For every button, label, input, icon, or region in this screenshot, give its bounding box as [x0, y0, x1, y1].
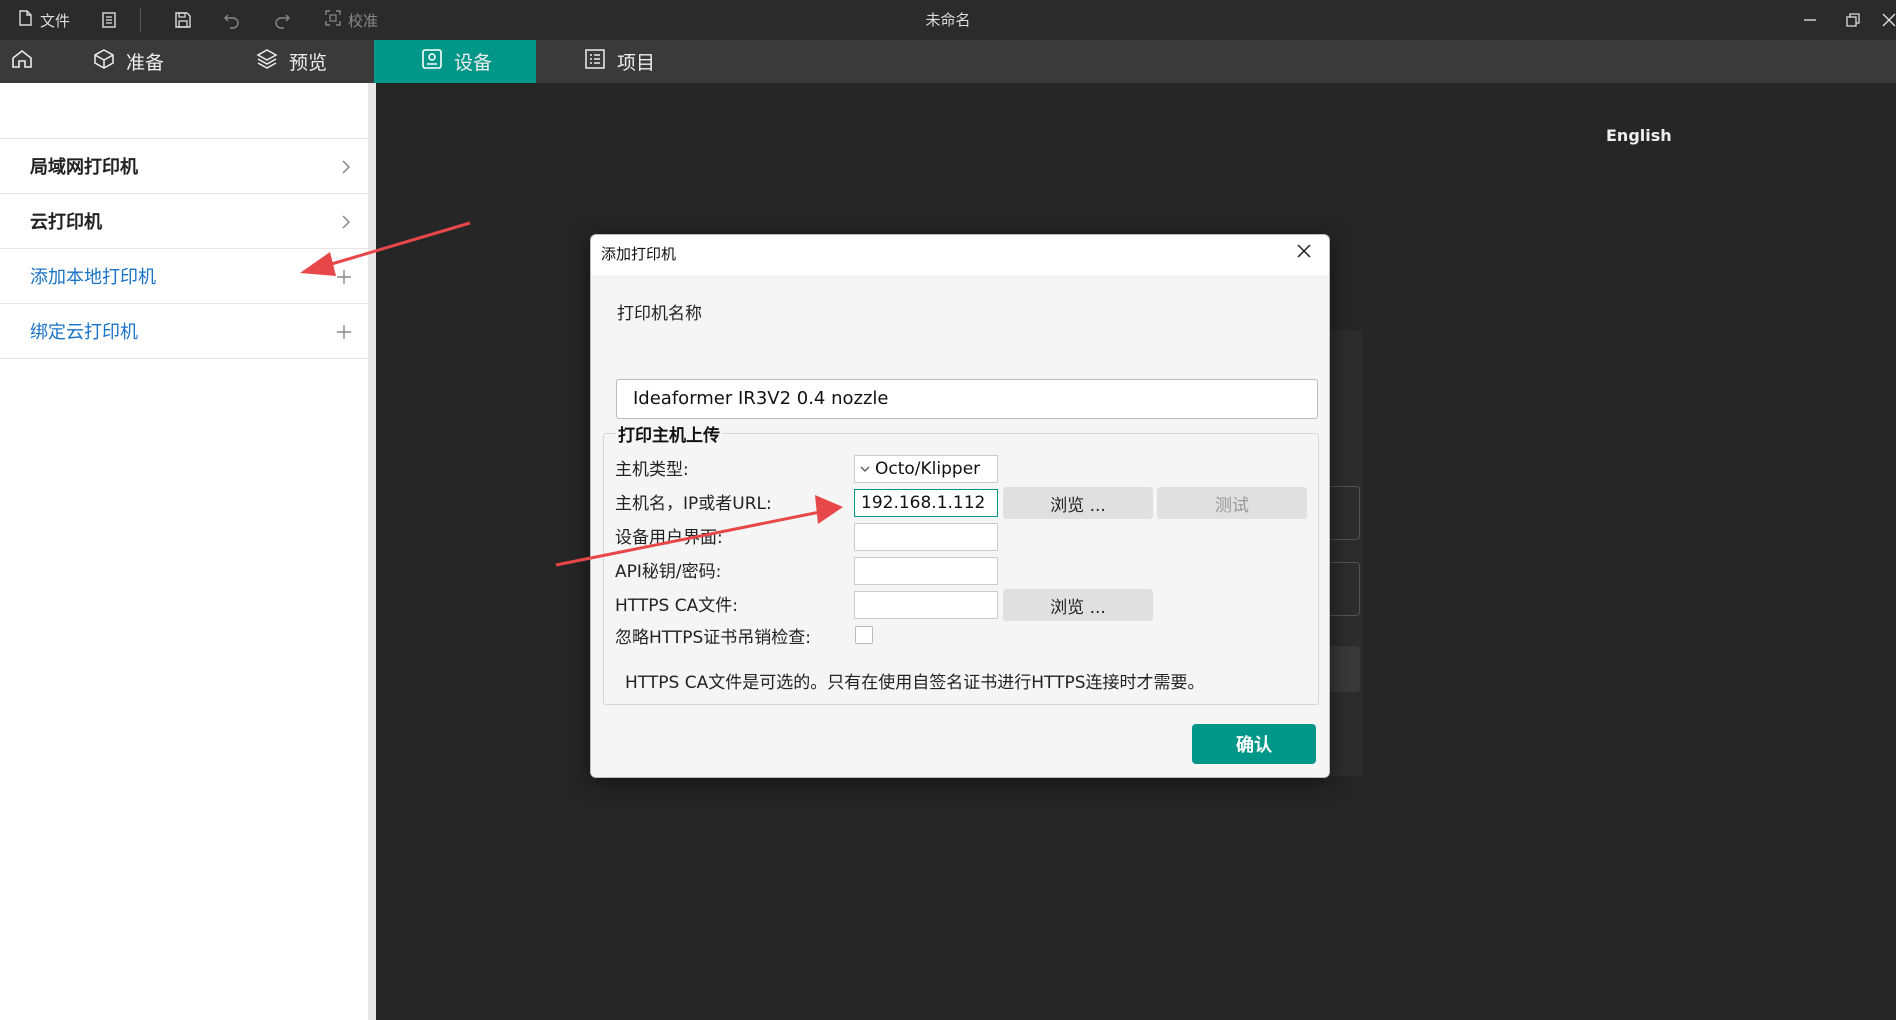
print-host-group-title: 打印主机上传: [616, 421, 722, 446]
save-icon[interactable]: [173, 0, 193, 40]
background-button: [1330, 646, 1360, 692]
chevron-right-icon: [340, 139, 352, 194]
close-icon: [1297, 243, 1311, 262]
host-type-label: 主机类型:: [615, 460, 689, 480]
tab-device[interactable]: 设备: [374, 40, 536, 83]
sidebar-item-add-local-printer[interactable]: 添加本地打印机: [0, 249, 374, 304]
toolbar-divider: [140, 8, 141, 32]
sidebar-item-bind-cloud-printer[interactable]: 绑定云打印机: [0, 304, 374, 359]
background-field: [1330, 486, 1360, 540]
api-key-label: API秘钥/密码:: [615, 562, 722, 582]
restore-button[interactable]: [1845, 0, 1861, 40]
layers-icon: [255, 47, 279, 76]
https-ca-input[interactable]: [854, 591, 998, 619]
tab-project[interactable]: 项目: [583, 40, 683, 83]
background-field: [1330, 562, 1360, 616]
title-bar: 未命名 文件 校准: [0, 0, 1896, 40]
test-button[interactable]: 测试: [1157, 487, 1307, 519]
undo-icon[interactable]: [222, 0, 242, 40]
confirm-button[interactable]: 确认: [1192, 724, 1316, 764]
cube-icon: [92, 47, 116, 76]
printer-name-input[interactable]: Ideaformer IR3V2 0.4 nozzle: [616, 379, 1318, 419]
sidebar-item-label: 云打印机: [30, 212, 102, 233]
redo-icon[interactable]: [272, 0, 292, 40]
plus-icon: [336, 304, 352, 359]
hostname-input[interactable]: 192.168.1.112: [854, 489, 998, 517]
sidebar-item-lan-printer[interactable]: 局域网打印机: [0, 139, 374, 194]
hostname-label: 主机名，IP或者URL:: [615, 494, 772, 514]
calibrate-label: 校准: [348, 11, 379, 30]
file-menu[interactable]: 文件: [16, 0, 70, 40]
tab-prepare[interactable]: 准备: [92, 40, 192, 83]
chevron-down-icon: [859, 456, 875, 482]
tab-preview-label: 预览: [289, 52, 328, 74]
tab-home[interactable]: [10, 40, 40, 83]
list-icon: [583, 47, 607, 76]
device-ui-label: 设备用户界面:: [615, 528, 723, 548]
printer-name-label: 打印机名称: [617, 304, 702, 324]
plus-icon: [336, 249, 352, 304]
sidebar-item-label: 局域网打印机: [30, 157, 138, 178]
https-ca-note: HTTPS CA文件是可选的。只有在使用自签名证书进行HTTPS连接时才需要。: [625, 673, 1205, 693]
host-type-value: Octo/Klipper: [875, 459, 981, 479]
dialog-body: 打印机名称 Ideaformer IR3V2 0.4 nozzle 打印主机上传…: [591, 275, 1329, 777]
sidebar-item-label: 绑定云打印机: [30, 322, 138, 343]
home-icon: [10, 47, 34, 76]
file-icon: [16, 9, 34, 31]
language-switch[interactable]: English: [1606, 126, 1672, 145]
close-window-button[interactable]: [1882, 0, 1896, 40]
calibrate-button[interactable]: 校准: [324, 0, 378, 40]
calibrate-icon: [324, 9, 342, 31]
notes-icon[interactable]: [100, 0, 118, 40]
chevron-right-icon: [340, 194, 352, 249]
device-icon: [420, 47, 444, 76]
tab-project-label: 项目: [617, 52, 656, 74]
sidebar-item-label: 添加本地打印机: [30, 267, 156, 288]
sidebar-header: [0, 83, 374, 139]
https-ca-label: HTTPS CA文件:: [615, 596, 738, 616]
main-tab-bar: 准备 预览 设备 项目: [0, 40, 1896, 83]
dialog-title: 添加打印机: [601, 245, 677, 263]
dialog-close-button[interactable]: [1291, 239, 1317, 265]
api-key-input[interactable]: [854, 557, 998, 585]
minimize-button[interactable]: [1802, 0, 1818, 40]
add-printer-dialog: 添加打印机 打印机名称 Ideaformer IR3V2 0.4 nozzle …: [590, 234, 1330, 778]
browse-ca-button[interactable]: 浏览 ...: [1003, 589, 1153, 621]
browse-host-button[interactable]: 浏览 ...: [1003, 487, 1153, 519]
host-type-select[interactable]: Octo/Klipper: [854, 455, 998, 483]
ignore-revocation-label: 忽略HTTPS证书吊销检查:: [615, 628, 812, 648]
tab-preview[interactable]: 预览: [255, 40, 355, 83]
printer-sidebar: 局域网打印机 云打印机 添加本地打印机 绑定云打印机: [0, 83, 376, 1020]
sidebar-item-cloud-printer[interactable]: 云打印机: [0, 194, 374, 249]
ignore-revocation-checkbox[interactable]: [855, 626, 873, 644]
device-ui-input[interactable]: [854, 523, 998, 551]
tab-device-label: 设备: [454, 52, 493, 74]
tab-prepare-label: 准备: [126, 52, 165, 74]
file-menu-label: 文件: [40, 11, 71, 30]
